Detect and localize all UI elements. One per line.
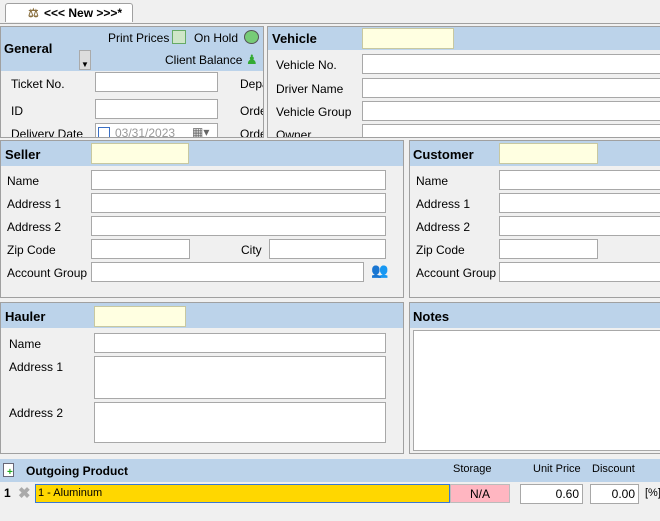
- seller-name-input[interactable]: [91, 170, 386, 190]
- tab-new[interactable]: ⚖ <<< New >>>*: [5, 3, 133, 22]
- outgoing-product-title: Outgoing Product: [26, 464, 128, 478]
- hauler-address1-input[interactable]: [94, 356, 386, 399]
- delivery-date-value: 03/31/2023: [115, 126, 176, 138]
- calendar-icon[interactable]: ▦▾: [192, 125, 209, 137]
- tab-label: <<< New >>>*: [44, 6, 123, 20]
- storage-value[interactable]: N/A: [450, 484, 510, 503]
- date-checkbox[interactable]: [98, 127, 110, 137]
- discount-header: Discount: [592, 463, 635, 475]
- hauler-name-input[interactable]: [94, 333, 386, 353]
- vehicle-no-input[interactable]: [362, 54, 660, 74]
- vehicle-no-label: Vehicle No.: [276, 58, 337, 72]
- customer-panel: Customer Name Address 1 Address 2 Zip Co…: [409, 140, 660, 298]
- owner-input[interactable]: [362, 124, 660, 137]
- customer-name-label: Name: [416, 174, 449, 188]
- order-label-1: Orde: [240, 104, 263, 118]
- seller-address2-label: Address 2: [7, 220, 62, 234]
- vehicle-title: Vehicle: [272, 31, 317, 46]
- vehicle-search-field[interactable]: [362, 28, 454, 49]
- customer-address2-input[interactable]: [499, 216, 660, 236]
- seller-account-group-label: Account Group: [7, 266, 88, 280]
- seller-name-label: Name: [7, 174, 40, 188]
- hauler-search-field[interactable]: [94, 306, 186, 327]
- unit-price-input[interactable]: 0.60: [520, 484, 583, 504]
- product-input[interactable]: 1 - Aluminum: [35, 484, 450, 503]
- discount-unit: [%]: [645, 487, 660, 499]
- notes-input[interactable]: [413, 330, 660, 451]
- client-balance-icon[interactable]: ♟: [246, 52, 258, 68]
- seller-panel: Seller Name Address 1 Address 2 Zip Code…: [0, 140, 404, 298]
- seller-address1-input[interactable]: [91, 193, 386, 213]
- driver-name-label: Driver Name: [276, 82, 344, 96]
- discount-input[interactable]: 0.00: [590, 484, 639, 504]
- depa-label: Depa: [240, 77, 263, 91]
- customer-name-input[interactable]: [499, 170, 660, 190]
- customer-address2-label: Address 2: [416, 220, 471, 234]
- ticket-no-input[interactable]: [95, 72, 218, 92]
- hauler-title: Hauler: [5, 309, 46, 324]
- delivery-date-label: Delivery Date: [11, 127, 84, 138]
- seller-account-group-input[interactable]: [91, 262, 364, 282]
- product-row: 1 ✖ 1 - Aluminum N/A 0.60 0.00 [%]: [0, 483, 660, 504]
- seller-title: Seller: [5, 147, 41, 162]
- vehicle-header: [268, 27, 660, 50]
- on-hold-button[interactable]: On Hold: [194, 31, 238, 45]
- id-input[interactable]: [95, 99, 218, 119]
- id-label: ID: [11, 104, 23, 118]
- storage-header: Storage: [453, 463, 492, 475]
- driver-name-input[interactable]: [362, 78, 660, 98]
- print-prices-button[interactable]: Print Prices: [108, 31, 169, 45]
- seller-city-label: City: [241, 243, 262, 257]
- seller-search-field[interactable]: [91, 143, 189, 164]
- customer-title: Customer: [413, 147, 474, 162]
- collapse-button[interactable]: ▼: [79, 50, 91, 70]
- print-prices-icon[interactable]: [172, 30, 186, 44]
- hauler-address1-label: Address 1: [9, 360, 64, 374]
- notes-panel: Notes: [409, 302, 660, 454]
- ticket-no-label: Ticket No.: [11, 77, 65, 91]
- product-value: 1 - Aluminum: [38, 487, 103, 499]
- on-hold-icon[interactable]: [244, 30, 259, 44]
- delete-icon[interactable]: ✖: [18, 484, 31, 502]
- general-panel: General ▼ Print Prices On Hold Client Ba…: [0, 26, 264, 138]
- hauler-address2-label: Address 2: [9, 406, 64, 420]
- client-balance-button[interactable]: Client Balance: [165, 53, 242, 67]
- customer-zip-label: Zip Code: [416, 243, 465, 257]
- owner-label: Owner: [276, 128, 312, 138]
- users-icon[interactable]: 👥: [371, 262, 388, 279]
- add-product-icon[interactable]: +: [3, 463, 14, 478]
- outgoing-product-header: + Outgoing Product Storage Unit Price Di…: [0, 459, 660, 482]
- hauler-header: [1, 303, 403, 328]
- seller-city-input[interactable]: [269, 239, 386, 259]
- row-index: 1: [4, 486, 11, 500]
- seller-zip-input[interactable]: [91, 239, 190, 259]
- seller-address1-label: Address 1: [7, 197, 62, 211]
- hauler-panel: Hauler Name Address 1 Address 2: [0, 302, 404, 454]
- delivery-date-picker[interactable]: 03/31/2023 ▦▾: [95, 123, 218, 138]
- customer-search-field[interactable]: [499, 143, 598, 164]
- hauler-address2-input[interactable]: [94, 402, 386, 443]
- customer-account-group-label: Account Group: [416, 266, 497, 280]
- vehicle-group-label: Vehicle Group: [276, 105, 352, 119]
- scale-icon: ⚖: [28, 6, 39, 20]
- customer-address1-input[interactable]: [499, 193, 660, 213]
- order-label-2: Orde: [240, 127, 263, 138]
- hauler-name-label: Name: [9, 337, 42, 351]
- general-title: General: [4, 41, 53, 56]
- vehicle-panel: Vehicle Vehicle No. Driver Name Vehicle …: [267, 26, 660, 138]
- unit-price-header: Unit Price: [533, 463, 581, 475]
- vehicle-group-input[interactable]: [362, 101, 660, 121]
- customer-address1-label: Address 1: [416, 197, 471, 211]
- customer-account-group-input[interactable]: [499, 262, 660, 282]
- customer-zip-input[interactable]: [499, 239, 598, 259]
- seller-zip-label: Zip Code: [7, 243, 56, 257]
- notes-title: Notes: [413, 309, 450, 324]
- seller-address2-input[interactable]: [91, 216, 386, 236]
- seller-header: [1, 141, 403, 166]
